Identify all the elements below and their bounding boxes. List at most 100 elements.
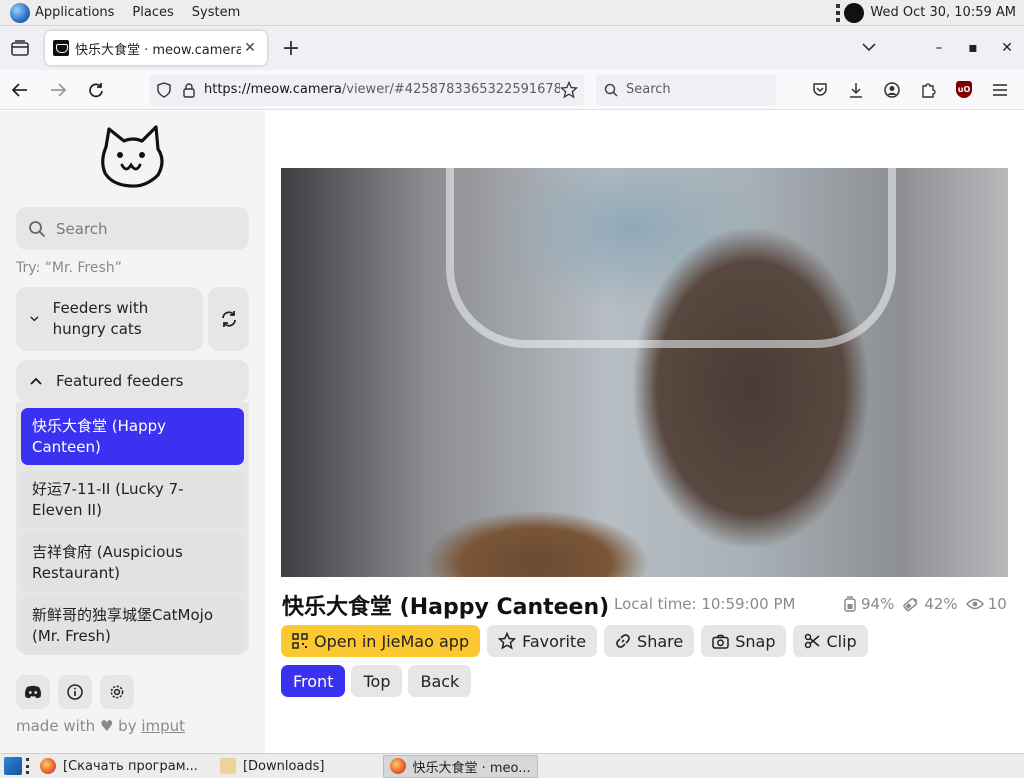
discord-icon xyxy=(25,685,41,699)
firefox-icon xyxy=(389,758,406,774)
back-arrow-icon xyxy=(12,82,27,97)
view-back-button[interactable]: Back xyxy=(408,665,472,697)
hungry-cats-section-label: Feeders with hungry cats xyxy=(52,299,149,338)
view-top-button[interactable]: Top xyxy=(351,665,403,697)
snap-label: Snap xyxy=(735,631,776,651)
bookmark-star-icon[interactable] xyxy=(560,80,578,99)
ublock-origin-icon: uO xyxy=(956,81,972,98)
tray-app-icon[interactable] xyxy=(844,2,865,23)
back-button[interactable] xyxy=(2,75,38,105)
tray-handle-icon xyxy=(836,3,841,22)
reload-icon xyxy=(89,82,103,97)
tab-title: 快乐大食堂 · meow.camera xyxy=(75,42,241,58)
extensions-button[interactable] xyxy=(910,75,946,105)
browser-search-bar[interactable]: Search xyxy=(596,73,776,106)
camera-actions: Open in JieMao app Favorite Share Snap C… xyxy=(281,625,875,657)
feeder-item-happy-canteen[interactable]: 快乐大食堂 (Happy Canteen) xyxy=(21,408,244,465)
favorite-label: Favorite xyxy=(522,631,587,651)
folder-icon xyxy=(219,758,236,774)
firefox-view-button[interactable] xyxy=(0,26,40,70)
featured-feeders-section-toggle[interactable]: Featured feeders xyxy=(16,360,249,402)
app-menu-button[interactable] xyxy=(982,75,1018,105)
viewers-value: 10 xyxy=(987,595,1007,613)
star-icon xyxy=(498,632,517,650)
navigation-toolbar: https://meow.camera/viewer/#425878336532… xyxy=(0,70,1024,110)
applications-logo-icon[interactable] xyxy=(10,2,30,23)
settings-button[interactable] xyxy=(100,675,134,709)
battery-icon xyxy=(903,597,918,612)
new-tab-button[interactable]: + xyxy=(275,32,307,64)
search-icon xyxy=(29,220,46,237)
feeder-item-lucky-7-eleven-ii[interactable]: 好运7-11-II (Lucky 7-Eleven II) xyxy=(21,471,244,528)
firefox-icon xyxy=(40,758,56,774)
places-menu[interactable]: Places xyxy=(132,5,173,20)
feeder-item-auspicious-restaurant[interactable]: 吉祥食府 (Auspicious Restaurant) xyxy=(21,534,244,591)
feeder-item-mr-fresh[interactable]: 新鲜哥的独享城堡CatMojo (Mr. Fresh) xyxy=(21,597,244,654)
pocket-icon xyxy=(813,83,827,96)
sidebar-footer-icons xyxy=(16,675,142,709)
refresh-hungry-button[interactable] xyxy=(208,287,249,351)
close-window-button[interactable]: ✕ xyxy=(990,40,1024,56)
refresh-icon xyxy=(221,311,236,327)
show-desktop-icon[interactable] xyxy=(4,757,22,775)
imput-link[interactable]: imput xyxy=(141,717,185,735)
view-front-button[interactable]: Front xyxy=(281,665,346,697)
minimize-button[interactable]: – xyxy=(922,40,956,56)
clip-button[interactable]: Clip xyxy=(793,625,868,657)
reload-button[interactable] xyxy=(78,75,114,105)
system-tray: Wed Oct 30, 10:59 AM xyxy=(836,2,1018,23)
applications-menu[interactable]: Applications xyxy=(35,5,114,20)
lock-icon[interactable] xyxy=(182,82,196,98)
forward-button[interactable] xyxy=(40,75,76,105)
food-level-value: 94% xyxy=(861,595,895,613)
made-with-text: made with xyxy=(16,717,96,735)
feeder-stats: 94% 42% 10 xyxy=(843,595,1015,613)
viewers-stat: 10 xyxy=(965,595,1007,613)
share-button[interactable]: Share xyxy=(604,625,695,657)
eye-icon xyxy=(965,598,984,610)
battery-stat: 42% xyxy=(902,595,958,613)
hungry-cats-section-toggle[interactable]: Feeders with hungry cats xyxy=(16,287,203,351)
feeder-bowl-rim xyxy=(446,168,896,348)
snap-button[interactable]: Snap xyxy=(701,625,787,657)
link-icon xyxy=(616,634,630,648)
url-bar[interactable]: https://meow.camera/viewer/#425878336532… xyxy=(150,73,584,106)
sidebar: Search Try: “Mr. Fresh” Feeders with hun… xyxy=(0,111,265,753)
feeder-search-input[interactable]: Search xyxy=(16,207,249,250)
taskbar-item-downloads[interactable]: [Downloads] xyxy=(214,755,331,778)
maximize-button[interactable]: ▪ xyxy=(956,40,990,56)
camera-video-feed[interactable] xyxy=(281,168,1008,577)
taskbar-item-download-page[interactable]: [Скачать програм... xyxy=(34,755,204,778)
clock[interactable]: Wed Oct 30, 10:59 AM xyxy=(870,5,1016,20)
local-time: Local time: 10:59:00 PM xyxy=(614,595,796,613)
puzzle-icon xyxy=(922,82,936,98)
pocket-button[interactable] xyxy=(802,75,838,105)
made-with-credit: made with ♥ by imput xyxy=(16,717,185,735)
clip-label: Clip xyxy=(826,631,857,651)
url-text[interactable]: https://meow.camera/viewer/#425878336532… xyxy=(204,82,560,97)
ublock-button[interactable]: uO xyxy=(946,75,982,105)
list-all-tabs-chevron-icon[interactable] xyxy=(852,40,886,56)
active-tab[interactable]: 快乐大食堂 · meow.camera ✕ xyxy=(45,31,267,65)
taskbar-item-meow-camera[interactable]: 快乐大食堂 · meo... xyxy=(382,754,538,778)
info-button[interactable] xyxy=(58,675,92,709)
system-menu[interactable]: System xyxy=(192,5,240,20)
featured-feeder-list: 快乐大食堂 (Happy Canteen) 好运7-11-II (Lucky 7… xyxy=(16,402,249,655)
featured-feeders-label: Featured feeders xyxy=(56,372,184,390)
search-icon xyxy=(604,83,618,97)
taskbar-item-label: 快乐大食堂 · meo... xyxy=(412,760,531,776)
info-icon xyxy=(67,684,83,700)
hamburger-menu-icon xyxy=(993,83,1007,96)
discord-button[interactable] xyxy=(16,675,50,709)
tracking-protection-shield-icon[interactable] xyxy=(156,81,172,98)
search-hint: Try: “Mr. Fresh” xyxy=(16,260,122,276)
download-icon xyxy=(850,82,862,98)
meow-camera-cat-logo[interactable] xyxy=(96,125,170,193)
open-in-jiemao-button[interactable]: Open in JieMao app xyxy=(281,625,481,657)
account-button[interactable] xyxy=(874,75,910,105)
desktop-top-panel: Applications Places System Wed Oct 30, 1… xyxy=(0,0,1024,26)
share-label: Share xyxy=(637,631,684,651)
downloads-button[interactable] xyxy=(838,75,874,105)
tab-close-icon[interactable]: ✕ xyxy=(241,40,259,56)
favorite-button[interactable]: Favorite xyxy=(487,625,598,657)
